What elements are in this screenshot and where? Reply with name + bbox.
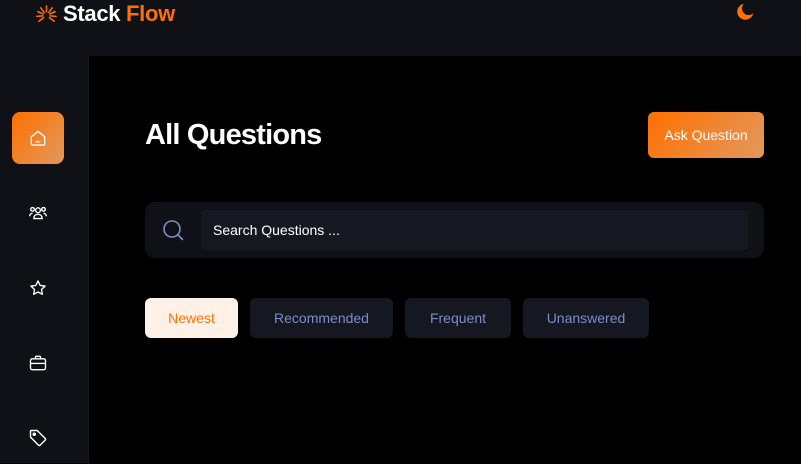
search-bar <box>145 202 764 258</box>
brand-name-main: Stack <box>63 1 121 26</box>
theme-toggle-button[interactable] <box>732 0 758 24</box>
filter-frequent-button[interactable]: Frequent <box>405 298 511 338</box>
sidebar-item-community[interactable] <box>12 187 64 239</box>
brand-name-accent: Flow <box>126 1 175 26</box>
filter-recommended-button[interactable]: Recommended <box>250 298 393 338</box>
briefcase-icon <box>29 355 47 371</box>
search-input[interactable] <box>201 210 748 250</box>
search-icon <box>163 220 184 241</box>
sidebar-item-collections[interactable] <box>12 262 64 314</box>
users-icon <box>29 206 47 220</box>
main-content: All Questions Ask Question Newest Recomm… <box>89 56 801 463</box>
ask-question-button[interactable]: Ask Question <box>648 112 764 158</box>
tag-icon <box>29 429 47 447</box>
star-icon <box>30 280 46 295</box>
page-title: All Questions <box>145 119 322 151</box>
filter-newest-button[interactable]: Newest <box>145 298 238 338</box>
brand-name: Stack Flow <box>63 1 175 27</box>
left-sidebar <box>0 56 89 463</box>
filter-unanswered-button[interactable]: Unanswered <box>523 298 649 338</box>
logo-icon <box>36 4 57 22</box>
sidebar-item-home[interactable] <box>12 112 64 164</box>
sidebar-item-jobs[interactable] <box>12 337 64 389</box>
top-navbar: Stack Flow <box>0 0 801 56</box>
home-icon <box>30 130 46 146</box>
sidebar-item-tags[interactable] <box>12 412 64 464</box>
logo[interactable]: Stack Flow <box>35 0 175 28</box>
moon-icon <box>737 3 754 20</box>
